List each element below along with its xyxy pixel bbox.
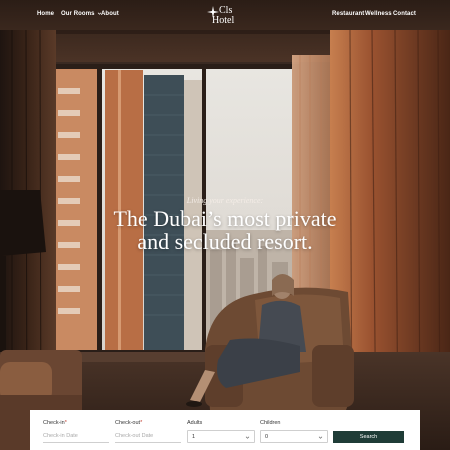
chevron-down-icon xyxy=(318,436,323,439)
adults-select-value: 1 xyxy=(192,434,196,440)
checkin-label: Check-in* xyxy=(43,420,67,426)
required-mark: * xyxy=(140,420,143,426)
checkout-date-input[interactable] xyxy=(115,430,181,443)
children-select[interactable]: 0 xyxy=(260,430,328,443)
nav-link-wellness[interactable]: Wellness xyxy=(365,11,392,17)
checkout-field: Check-out* xyxy=(115,420,181,446)
checkin-label-text: Check-in xyxy=(43,420,65,426)
hotel-logo[interactable]: Cls Hotel xyxy=(205,4,245,26)
nav-link-contact[interactable]: Contact xyxy=(393,11,416,17)
checkin-field: Check-in* xyxy=(43,420,109,446)
hero-title-line-2: and secluded resort. xyxy=(137,229,313,254)
checkout-label-text: Check-out xyxy=(115,420,141,426)
chevron-down-icon xyxy=(245,436,250,439)
hero-eyebrow: Living your experience: xyxy=(186,196,264,205)
hero-title: The Dubai’s most private and secluded re… xyxy=(60,207,390,253)
nav-link-our-rooms[interactable]: Our Rooms xyxy=(61,11,102,17)
adults-select[interactable]: 1 xyxy=(187,430,255,443)
booking-form: Check-in* Check-out* Adults 1 Children 0… xyxy=(30,410,420,450)
hotel-landing-page: Home Our Rooms About Cls Hotel Restauran… xyxy=(0,0,450,450)
children-select-value: 0 xyxy=(265,434,269,440)
hero-title-line-1: The Dubai’s most private xyxy=(113,206,337,231)
children-label: Children xyxy=(260,420,281,426)
nav-link-our-rooms-label: Our Rooms xyxy=(61,11,95,18)
nav-link-restaurant[interactable]: Restaurant xyxy=(332,11,364,17)
nav-link-home[interactable]: Home xyxy=(37,11,54,17)
search-button[interactable]: Search xyxy=(333,431,404,443)
checkout-label: Check-out* xyxy=(115,420,142,426)
checkin-date-input[interactable] xyxy=(43,430,109,443)
logo-text-hotel: Hotel xyxy=(212,15,235,26)
children-field: Children 0 xyxy=(260,420,328,446)
required-mark: * xyxy=(64,420,67,426)
adults-field: Adults 1 xyxy=(187,420,255,446)
nav-link-about[interactable]: About xyxy=(101,11,119,17)
adults-label: Adults xyxy=(187,420,203,426)
top-navigation: Home Our Rooms About Cls Hotel Restauran… xyxy=(0,0,450,30)
